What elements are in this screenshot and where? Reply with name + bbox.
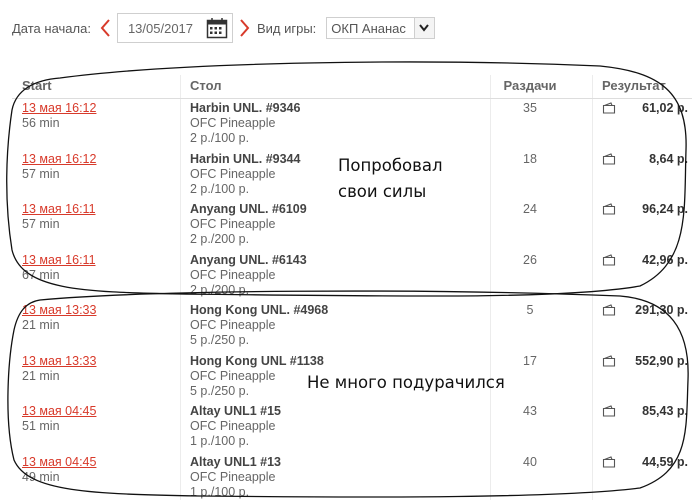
duration-text: 21 min bbox=[22, 318, 60, 332]
start-time-link[interactable]: 13 мая 16:12 bbox=[22, 101, 96, 116]
start-time-link[interactable]: 13 мая 04:45 bbox=[22, 404, 96, 419]
start-time-link[interactable]: 13 мая 13:33 bbox=[22, 303, 96, 318]
table-row: 13 мая 04:45 51 min Altay UNL1 #15 OFC Pine… bbox=[12, 402, 692, 453]
game-name: OFC Pineapple bbox=[190, 267, 276, 282]
table-name: Harbin UNL. #9344 bbox=[190, 151, 301, 166]
table-row: 13 мая 04:45 49 min Altay UNL1 #13 OFC Pine… bbox=[12, 453, 692, 500]
result-value: 61,02 р. bbox=[642, 101, 688, 115]
start-cell: 13 мая 16:12 56 min bbox=[22, 101, 96, 131]
duration-text: 51 min bbox=[22, 419, 60, 433]
table-name: Anyang UNL. #6143 bbox=[190, 252, 307, 267]
duration-text: 57 min bbox=[22, 166, 60, 181]
table-info-cell: Harbin UNL. #9346 OFC Pineapple 2 р./100 р… bbox=[190, 101, 300, 146]
game-type-label: Вид игры: bbox=[256, 20, 317, 36]
start-time-link[interactable]: 13 мая 04:45 bbox=[22, 455, 96, 470]
duration-text: 57 min bbox=[22, 217, 60, 231]
table-info-cell: Harbin UNL. #9344 OFC Pineapple 2 р./100 р… bbox=[190, 152, 300, 197]
hands-count: 40 bbox=[523, 454, 537, 469]
result-value: 552,90 р. bbox=[635, 353, 688, 368]
next-date-arrow-icon[interactable] bbox=[237, 18, 253, 38]
stakes-text: 1 р./100 р. bbox=[190, 484, 250, 499]
table-row: 13 мая 16:11 57 min Anyang UNL. #6109 OFC P… bbox=[12, 200, 692, 251]
start-date-input[interactable]: 13/05/2017 bbox=[116, 13, 233, 43]
result-value: 42,96 р. bbox=[642, 252, 688, 267]
chevron-down-icon[interactable] bbox=[413, 18, 434, 38]
table-name: Hong Kong UNL. #4968 bbox=[190, 303, 329, 317]
header-result[interactable]: Результат bbox=[602, 78, 666, 93]
result-value: 291,30 р. bbox=[635, 303, 688, 317]
filter-bar: Дата начала: 13/05/2017 Вид игры: ОКП Ан… bbox=[12, 12, 435, 44]
stakes-text: 5 р./250 р. bbox=[190, 333, 250, 347]
start-date-value: 13/05/2017 bbox=[127, 20, 194, 36]
hands-count: 18 bbox=[523, 151, 537, 166]
header-start[interactable]: Start bbox=[22, 78, 52, 93]
result-value: 96,24 р. bbox=[642, 202, 688, 216]
hands-count: 43 bbox=[523, 404, 537, 418]
annotation-bottom: Не много подурачился bbox=[307, 373, 505, 392]
stakes-text: 2 р./200 р. bbox=[190, 232, 250, 246]
game-history-page: Дата начала: 13/05/2017 Вид игры: ОКП Ан… bbox=[0, 0, 700, 500]
game-name: OFC Pineapple bbox=[190, 116, 276, 130]
stakes-text: 5 р./250 р. bbox=[190, 383, 250, 398]
start-time-link[interactable]: 13 мая 16:12 bbox=[22, 152, 96, 167]
game-name: OFC Pineapple bbox=[190, 469, 276, 484]
start-cell: 13 мая 04:45 49 min bbox=[22, 455, 96, 485]
duration-text: 67 min bbox=[22, 267, 60, 282]
start-time-link[interactable]: 13 мая 16:11 bbox=[22, 253, 96, 268]
table-info-cell: Altay UNL1 #15 OFC Pineapple 1 р./100 р. bbox=[190, 404, 281, 449]
table-info-cell: Anyang UNL. #6109 OFC Pineapple 2 р./200 р… bbox=[190, 202, 307, 247]
hands-count: 24 bbox=[523, 202, 537, 216]
table-row: 13 мая 16:11 67 min Anyang UNL. #6143 OFC P… bbox=[12, 251, 692, 302]
table-name: Harbin UNL. #9346 bbox=[190, 101, 301, 115]
stakes-text: 2 р./200 р. bbox=[190, 282, 250, 297]
start-cell: 13 мая 16:12 57 min bbox=[22, 152, 96, 182]
table-info-cell: Hong Kong UNL. #4968 OFC Pineapple 5 р./25… bbox=[190, 303, 328, 348]
stakes-text: 2 р./100 р. bbox=[190, 181, 250, 196]
game-name: OFC Pineapple bbox=[190, 166, 276, 181]
game-name: OFC Pineapple bbox=[190, 419, 276, 433]
annotation-top: Попробовал свои силы bbox=[338, 156, 443, 201]
table-row: 13 мая 13:33 21 min Hong Kong UNL. #4968 OF… bbox=[12, 301, 692, 352]
start-date-label: Дата начала: bbox=[12, 20, 91, 36]
table-name: Hong Kong UNL #1138 bbox=[190, 353, 324, 368]
start-cell: 13 мая 16:11 57 min bbox=[22, 202, 96, 232]
start-time-link[interactable]: 13 мая 16:11 bbox=[22, 202, 96, 217]
stakes-text: 2 р./100 р. bbox=[190, 131, 250, 145]
start-cell: 13 мая 13:33 21 min bbox=[22, 303, 96, 333]
table-name: Anyang UNL. #6109 bbox=[190, 202, 307, 216]
table-header: Start Стол Раздачи Результат bbox=[12, 70, 692, 99]
table-name: Altay UNL1 #15 bbox=[190, 404, 282, 418]
result-value: 44,59 р. bbox=[642, 454, 688, 469]
game-name: OFC Pineapple bbox=[190, 318, 276, 332]
duration-text: 21 min bbox=[22, 368, 60, 383]
prev-date-arrow-icon[interactable] bbox=[97, 18, 113, 38]
header-hands[interactable]: Раздачи bbox=[500, 78, 560, 93]
table-info-cell: Altay UNL1 #13 OFC Pineapple 1 р./100 р. bbox=[190, 455, 281, 500]
hands-count: 26 bbox=[523, 252, 537, 267]
stakes-text: 1 р./100 р. bbox=[190, 434, 250, 448]
duration-text: 56 min bbox=[22, 116, 60, 130]
start-time-link[interactable]: 13 мая 13:33 bbox=[22, 354, 96, 369]
table-row: 13 мая 16:12 56 min Harbin UNL. #9346 OFC P… bbox=[12, 99, 692, 150]
table-info-cell: Anyang UNL. #6143 OFC Pineapple 2 р./200 р… bbox=[190, 253, 307, 298]
start-cell: 13 мая 04:45 51 min bbox=[22, 404, 96, 434]
calendar-icon[interactable] bbox=[206, 17, 228, 39]
game-name: OFC Pineapple bbox=[190, 368, 276, 383]
start-cell: 13 мая 13:33 21 min bbox=[22, 354, 96, 384]
game-type-value: ОКП Ананас bbox=[331, 20, 406, 36]
result-value: 85,43 р. bbox=[642, 404, 688, 418]
table-info-cell: Hong Kong UNL #1138 OFC Pineapple 5 р./250… bbox=[190, 354, 324, 399]
table-name: Altay UNL1 #13 bbox=[190, 454, 282, 469]
sessions-table: Start Стол Раздачи Результат 13 мая 16:1… bbox=[12, 70, 692, 500]
game-name: OFC Pineapple bbox=[190, 217, 276, 231]
start-cell: 13 мая 16:11 67 min bbox=[22, 253, 96, 283]
duration-text: 49 min bbox=[22, 469, 60, 484]
game-type-select[interactable]: ОКП Ананас bbox=[326, 17, 435, 39]
header-table[interactable]: Стол bbox=[190, 78, 221, 93]
result-value: 8,64 р. bbox=[649, 151, 688, 166]
hands-count: 35 bbox=[523, 101, 537, 115]
hands-count: 17 bbox=[523, 353, 537, 368]
hands-count: 5 bbox=[526, 303, 534, 317]
